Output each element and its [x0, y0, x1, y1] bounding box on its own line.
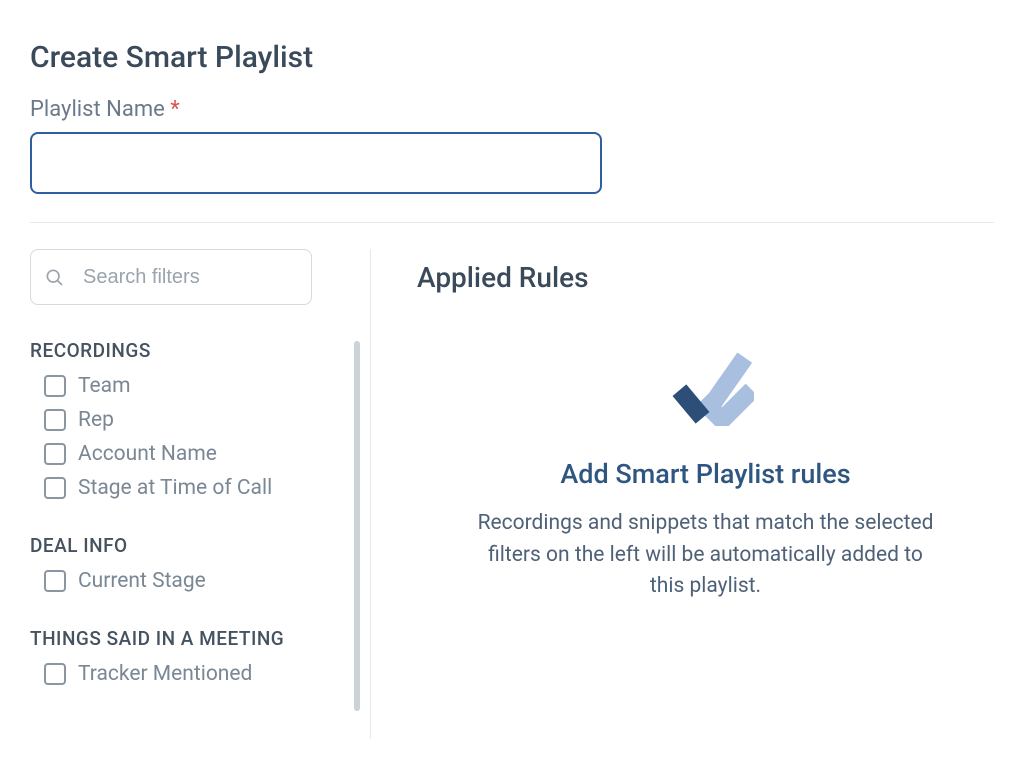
applied-rules-title: Applied Rules	[417, 261, 994, 294]
scrollbar-thumb[interactable]	[354, 341, 360, 711]
checkbox-icon	[44, 443, 66, 465]
required-asterisk: *	[170, 97, 179, 122]
filter-label: Team	[78, 374, 131, 398]
checkmark-icon	[476, 352, 936, 426]
checkbox-icon	[44, 570, 66, 592]
group-heading-deal-info: DEAL INFO	[30, 534, 340, 557]
section-divider	[30, 222, 994, 223]
empty-state-description: Recordings and snippets that match the s…	[476, 508, 936, 603]
empty-state: Add Smart Playlist rules Recordings and …	[476, 352, 936, 603]
filter-label: Rep	[78, 408, 114, 432]
empty-state-title: Add Smart Playlist rules	[476, 458, 936, 490]
applied-rules-panel: Applied Rules Add Smart Playlist rules R…	[371, 249, 994, 739]
filter-label: Stage at Time of Call	[78, 476, 272, 500]
search-icon	[44, 267, 64, 287]
filter-item-stage-time-call[interactable]: Stage at Time of Call	[44, 476, 340, 500]
checkbox-icon	[44, 375, 66, 397]
filter-item-rep[interactable]: Rep	[44, 408, 340, 432]
playlist-name-input[interactable]	[30, 132, 602, 194]
filter-item-tracker-mentioned[interactable]: Tracker Mentioned	[44, 662, 340, 686]
checkbox-icon	[44, 663, 66, 685]
playlist-name-label: Playlist Name *	[30, 97, 994, 122]
filter-item-account-name[interactable]: Account Name	[44, 442, 340, 466]
filter-label: Tracker Mentioned	[78, 662, 252, 686]
page-title: Create Smart Playlist	[30, 40, 994, 75]
filter-item-team[interactable]: Team	[44, 374, 340, 398]
group-heading-recordings: RECORDINGS	[30, 339, 340, 362]
search-filters-input[interactable]	[30, 249, 312, 305]
checkbox-icon	[44, 477, 66, 499]
filter-label: Account Name	[78, 442, 217, 466]
playlist-name-label-text: Playlist Name	[30, 97, 165, 122]
group-heading-things-said: THINGS SAID IN A MEETING	[30, 627, 340, 650]
filter-label: Current Stage	[78, 569, 206, 593]
checkbox-icon	[44, 409, 66, 431]
filter-item-current-stage[interactable]: Current Stage	[44, 569, 340, 593]
filters-sidebar: RECORDINGS Team Rep Account Name	[30, 249, 370, 739]
